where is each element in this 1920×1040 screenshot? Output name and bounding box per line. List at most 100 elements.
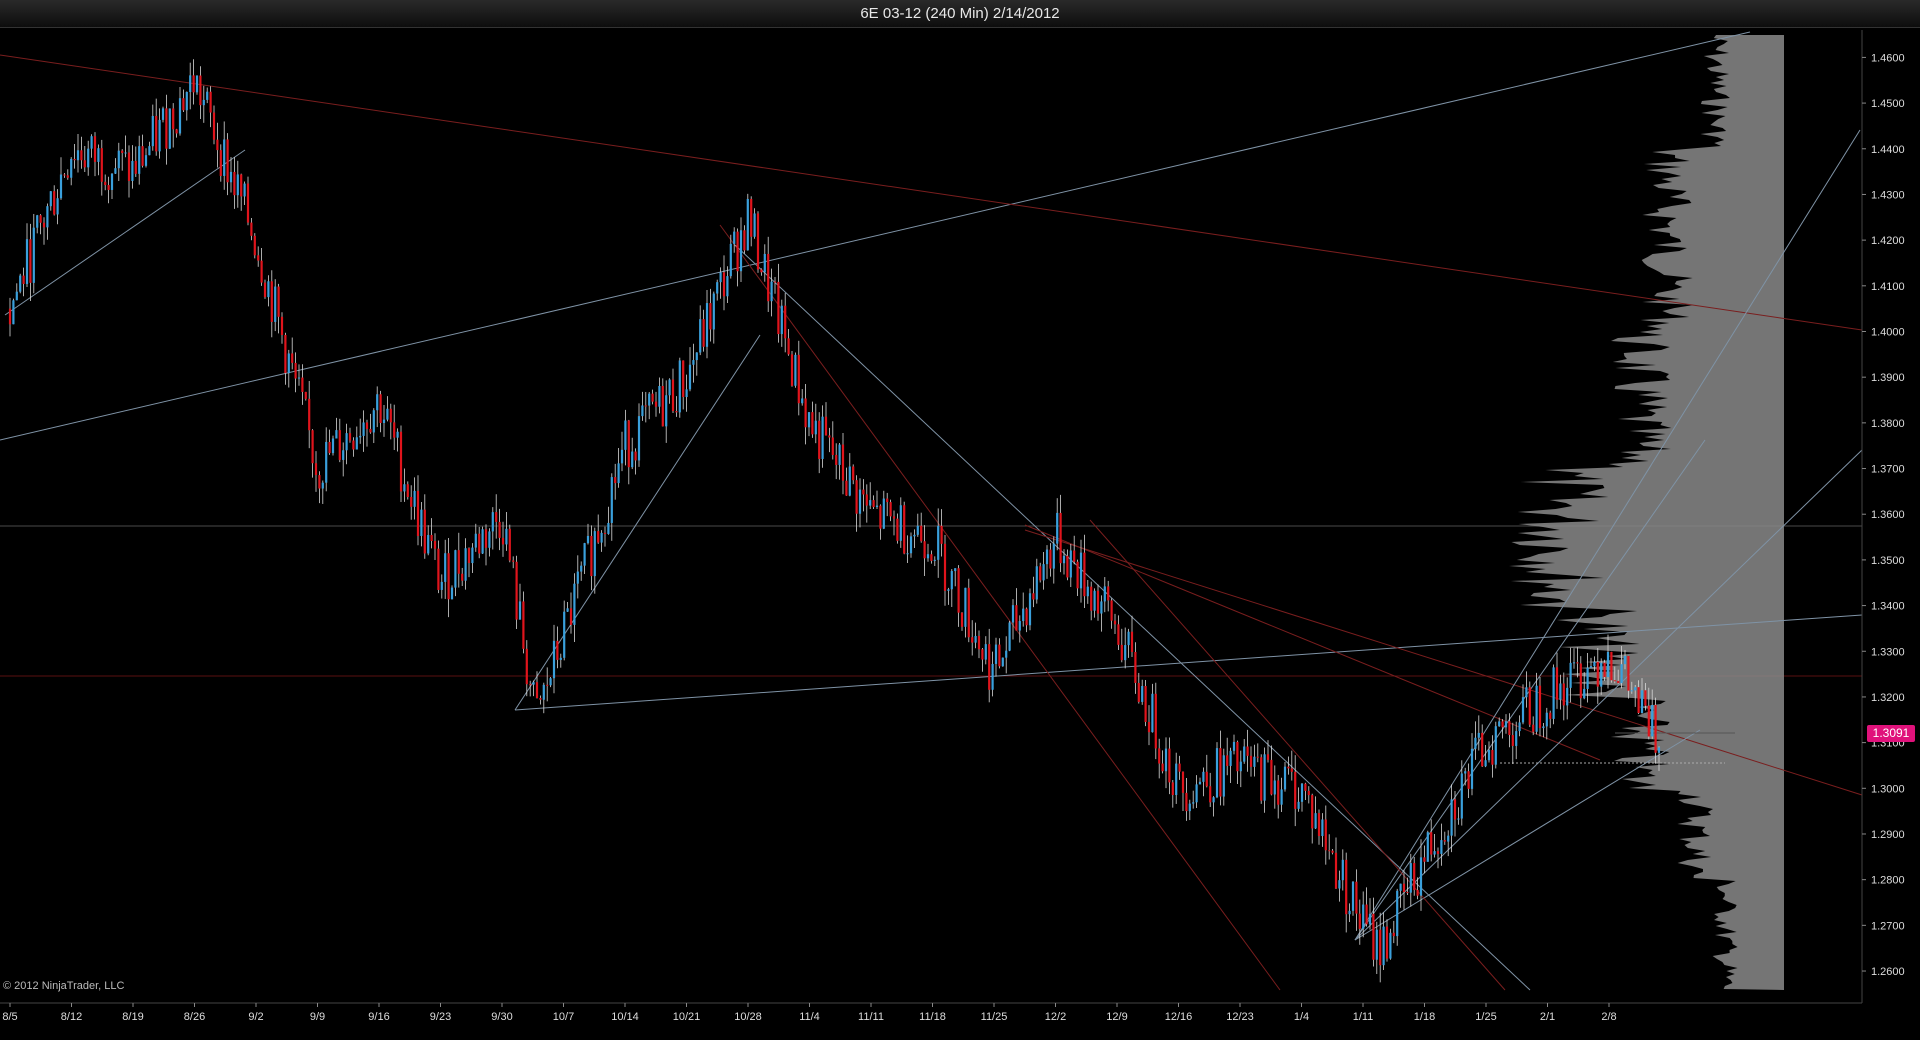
price-bar-body xyxy=(818,420,821,459)
price-bar-body xyxy=(1195,784,1198,803)
price-bar-body xyxy=(63,174,66,176)
price-bar-body xyxy=(144,155,148,166)
price-bar-body xyxy=(580,565,583,572)
price-bar-body xyxy=(1477,732,1480,738)
price-bar-body xyxy=(1052,543,1055,569)
price-bar-body xyxy=(1637,687,1640,713)
price-bar-body xyxy=(882,498,885,529)
price-bar-body xyxy=(447,553,450,600)
price-bar-body xyxy=(253,235,256,256)
price-bar-body xyxy=(178,98,182,134)
price-bar-body xyxy=(971,637,974,643)
x-tick-label: 11/4 xyxy=(799,1011,820,1023)
price-chart[interactable]: 1.4600 1.4500 1.4400 1.4300 1.4200 1.4100 1.40… xyxy=(0,0,1920,1040)
price-bar-body xyxy=(1399,883,1402,891)
price-bar-body xyxy=(277,286,280,317)
price-bar-body xyxy=(1566,687,1569,706)
x-tick-label: 1/4 xyxy=(1294,1011,1309,1023)
price-bar-body xyxy=(1137,682,1140,702)
price-bar-body xyxy=(1433,851,1436,855)
price-bar-body xyxy=(1504,721,1508,728)
price-bar-body xyxy=(1341,859,1344,881)
price-bar-body xyxy=(926,554,930,559)
price-bar-body xyxy=(709,303,712,330)
price-bar-body xyxy=(998,644,1001,667)
price-bar-body xyxy=(1613,680,1616,682)
y-tick-label: 1.4200 xyxy=(1871,235,1905,247)
price-bar-body xyxy=(916,525,919,535)
y-tick-label: 1.3900 xyxy=(1871,372,1905,384)
price-bar-body xyxy=(1647,705,1650,737)
price-bar-body xyxy=(1025,608,1028,626)
x-tick-label: 1/25 xyxy=(1475,1011,1496,1023)
price-bar-body xyxy=(767,253,770,302)
price-bar-body xyxy=(348,433,352,441)
price-bar-body xyxy=(841,444,845,481)
x-tick-label: 8/12 xyxy=(61,1011,82,1023)
price-bar-body xyxy=(702,319,705,347)
price-bar-body xyxy=(155,115,158,152)
price-bar-body xyxy=(53,191,56,215)
price-bar-body xyxy=(158,119,161,152)
price-bar-body xyxy=(1324,819,1327,851)
price-bar-body xyxy=(352,440,355,450)
price-bar-body xyxy=(393,422,396,438)
copyright-notice: © 2012 NinjaTrader, LLC xyxy=(3,980,125,992)
x-tick-label: 10/21 xyxy=(673,1011,701,1023)
price-bar-body xyxy=(1260,757,1263,801)
price-bar-body xyxy=(1467,771,1470,789)
price-bar-body xyxy=(1644,690,1647,706)
price-bar-body xyxy=(750,198,753,237)
price-bar-body xyxy=(80,150,83,161)
price-bar-body xyxy=(250,222,253,236)
price-bar-body xyxy=(505,528,508,545)
price-bar-body xyxy=(1657,747,1661,753)
price-bar-body xyxy=(440,581,443,590)
price-bar-body xyxy=(556,640,559,660)
price-bar-body xyxy=(478,533,481,554)
price-bar-body xyxy=(529,684,532,686)
price-bar-body xyxy=(733,231,736,244)
price-bar-body xyxy=(1365,904,1368,925)
price-bar-body xyxy=(161,108,165,120)
price-bar-body xyxy=(97,148,100,162)
price-bar-body xyxy=(1249,755,1253,767)
x-tick-label: 9/23 xyxy=(430,1011,451,1023)
price-bar-body xyxy=(1559,683,1562,700)
price-bar-body xyxy=(1627,656,1630,691)
price-bar-body xyxy=(46,206,49,228)
price-bar-body xyxy=(291,353,294,363)
y-tick-label: 1.3400 xyxy=(1871,601,1905,613)
price-bar-body xyxy=(294,362,297,379)
price-bar-body xyxy=(607,522,610,534)
price-bar-body xyxy=(984,644,987,660)
price-bar-body xyxy=(1011,605,1015,623)
price-bar-body xyxy=(1103,586,1106,602)
price-bar-body xyxy=(889,502,892,517)
x-tick-label: 11/25 xyxy=(981,1011,1008,1023)
price-bar-body xyxy=(600,532,603,543)
price-bar-body xyxy=(56,198,59,215)
price-bar-body xyxy=(328,441,331,454)
price-bar-body xyxy=(1005,650,1008,658)
price-bar-body xyxy=(760,269,763,273)
price-bar-body xyxy=(559,657,562,660)
price-bar-body xyxy=(321,482,324,489)
price-bar-body xyxy=(49,191,52,207)
price-bar-body xyxy=(1253,756,1256,767)
price-bar-body xyxy=(1154,693,1157,749)
price-bar-body xyxy=(801,398,804,404)
price-bar-body xyxy=(263,282,267,298)
price-bar-body xyxy=(1096,590,1100,614)
price-bar-body xyxy=(648,393,651,406)
price-bar-body xyxy=(484,529,488,548)
price-bar-body xyxy=(192,75,195,93)
price-bar-body xyxy=(1079,552,1083,589)
price-bar-body xyxy=(454,550,457,588)
price-bar-body xyxy=(1593,661,1596,667)
price-bar-body xyxy=(512,560,515,562)
price-bar-body xyxy=(1304,783,1307,791)
price-bar-body xyxy=(821,416,824,459)
price-bar-body xyxy=(168,108,171,149)
price-bar-body xyxy=(1127,631,1130,646)
